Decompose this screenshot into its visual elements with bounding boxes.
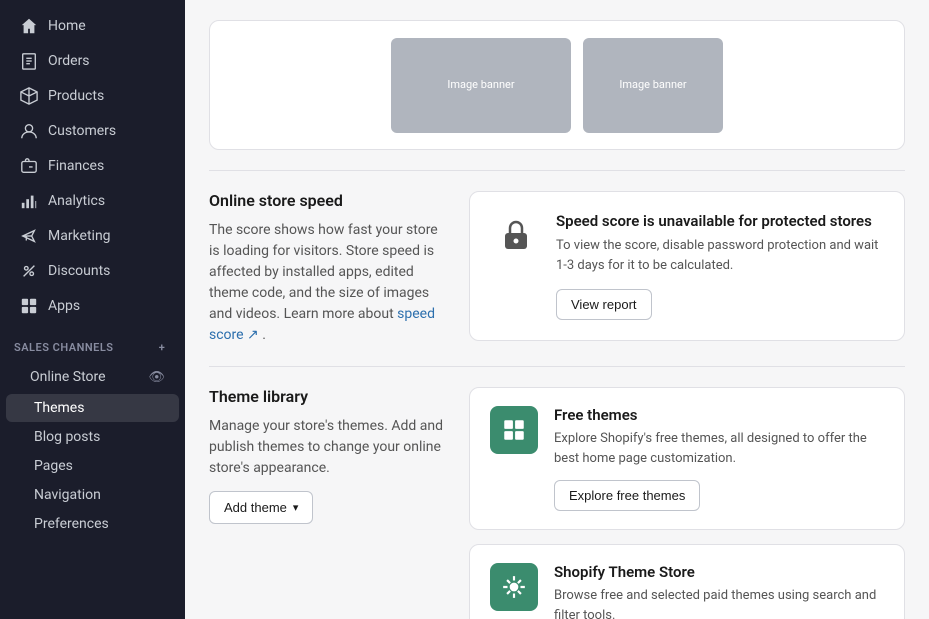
- speed-info-card: Speed score is unavailable for protected…: [469, 191, 905, 341]
- add-theme-button[interactable]: Add theme ▾: [209, 491, 313, 524]
- theme-store-icon: [490, 563, 538, 611]
- home-icon: [20, 17, 38, 35]
- sidebar-subitem-preferences[interactable]: Preferences: [6, 510, 179, 538]
- speed-section: Online store speed The score shows how f…: [209, 191, 905, 346]
- theme-preview-main: Image banner: [391, 38, 571, 133]
- theme-store-cards: Free themes Explore Shopify's free theme…: [469, 387, 905, 619]
- lock-icon: [494, 212, 538, 256]
- sidebar-item-home[interactable]: Home: [6, 9, 179, 43]
- discounts-icon: [20, 262, 38, 280]
- sidebar-subitem-themes[interactable]: Themes: [6, 394, 179, 422]
- theme-library-title: Theme library: [209, 387, 449, 406]
- sidebar-item-apps[interactable]: Apps: [6, 289, 179, 323]
- marketing-icon: [20, 227, 38, 245]
- sidebar-item-products[interactable]: Products: [6, 79, 179, 113]
- sidebar-item-discounts[interactable]: Discounts: [6, 254, 179, 288]
- finances-icon: [20, 157, 38, 175]
- add-sales-channel-button[interactable]: +: [153, 338, 171, 356]
- sidebar-item-customers[interactable]: Customers: [6, 114, 179, 148]
- explore-free-themes-button[interactable]: Explore free themes: [554, 480, 700, 511]
- free-themes-card: Free themes Explore Shopify's free theme…: [469, 387, 905, 530]
- sidebar-item-online-store[interactable]: Online Store 👁: [6, 361, 179, 393]
- sidebar-subitem-pages[interactable]: Pages: [6, 452, 179, 480]
- customers-icon: [20, 122, 38, 140]
- theme-preview-side: Image banner: [583, 38, 723, 133]
- sidebar-item-finances[interactable]: Finances: [6, 149, 179, 183]
- chevron-down-icon: ▾: [293, 501, 299, 514]
- sidebar-item-analytics[interactable]: Analytics: [6, 184, 179, 218]
- theme-library-description: Theme library Manage your store's themes…: [209, 387, 449, 619]
- speed-description: Online store speed The score shows how f…: [209, 191, 449, 346]
- sidebar: Home Orders Products Customers Finances …: [0, 0, 185, 619]
- theme-preview-card: Image banner Image banner: [209, 20, 905, 150]
- orders-icon: [20, 52, 38, 70]
- sidebar-subitem-blog-posts[interactable]: Blog posts: [6, 423, 179, 451]
- free-themes-icon: [490, 406, 538, 454]
- shopify-theme-store-card: Shopify Theme Store Browse free and sele…: [469, 544, 905, 619]
- speed-card-panel: Speed score is unavailable for protected…: [469, 191, 905, 346]
- sales-channels-header: SALES CHANNELS +: [0, 324, 185, 360]
- sidebar-item-orders[interactable]: Orders: [6, 44, 179, 78]
- speed-divider: [209, 170, 905, 171]
- speed-info-text: Speed score is unavailable for protected…: [556, 212, 880, 320]
- products-icon: [20, 87, 38, 105]
- theme-library-section: Theme library Manage your store's themes…: [209, 387, 905, 619]
- main-content: Image banner Image banner Online store s…: [185, 0, 929, 619]
- sidebar-subitem-navigation[interactable]: Navigation: [6, 481, 179, 509]
- library-divider: [209, 366, 905, 367]
- online-store-visibility-icon[interactable]: 👁: [148, 370, 165, 385]
- free-themes-content: Free themes Explore Shopify's free theme…: [554, 406, 884, 511]
- sidebar-item-marketing[interactable]: Marketing: [6, 219, 179, 253]
- theme-library-desc: Manage your store's themes. Add and publ…: [209, 416, 449, 479]
- theme-store-content: Shopify Theme Store Browse free and sele…: [554, 563, 884, 619]
- speed-title: Online store speed: [209, 191, 449, 210]
- analytics-icon: [20, 192, 38, 210]
- view-report-button[interactable]: View report: [556, 289, 652, 320]
- speed-desc: The score shows how fast your store is l…: [209, 220, 449, 346]
- apps-icon: [20, 297, 38, 315]
